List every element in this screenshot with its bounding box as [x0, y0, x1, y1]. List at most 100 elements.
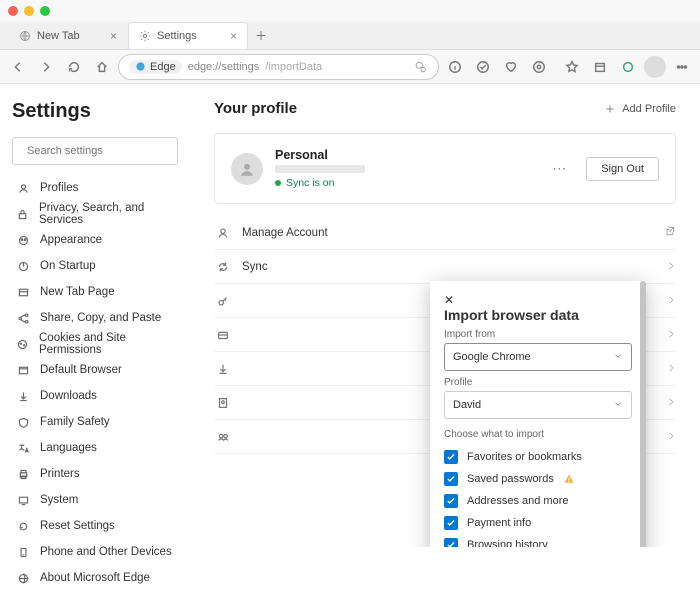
close-icon[interactable]: × — [110, 29, 117, 43]
extensions-icon[interactable] — [527, 55, 551, 79]
import-from-value: Google Chrome — [453, 351, 531, 363]
sidebar-item-phone-and-other-devices[interactable]: Phone and Other Devices — [12, 539, 178, 565]
url-sub: /importData — [265, 61, 322, 73]
edge-badge: Edge — [129, 60, 182, 74]
sidebar-item-label: Downloads — [40, 390, 97, 402]
forward-button[interactable] — [34, 55, 58, 79]
checkbox-icon[interactable] — [444, 472, 458, 486]
sidebar-item-downloads[interactable]: Downloads — [12, 383, 178, 409]
option-label: Saved passwords — [467, 473, 554, 485]
sync-circle-icon[interactable] — [616, 55, 640, 79]
import-option-browsing-history[interactable]: Browsing history — [444, 534, 632, 547]
phone-icon — [16, 545, 30, 559]
window-max-dot[interactable] — [40, 6, 50, 16]
window-close-dot[interactable] — [8, 6, 18, 16]
sidebar-item-cookies-and-site-permissions[interactable]: Cookies and Site Permissions — [12, 331, 178, 357]
collections-icon[interactable] — [588, 55, 612, 79]
setting-row-manage-account[interactable]: Manage Account — [214, 216, 676, 250]
tab-settings[interactable]: Settings × — [128, 22, 248, 49]
sidebar-item-reset-settings[interactable]: Reset Settings — [12, 513, 178, 539]
sidebar-item-label: Profiles — [40, 182, 78, 194]
sidebar-item-languages[interactable]: Languages — [12, 435, 178, 461]
favorites-icon[interactable] — [560, 55, 584, 79]
sidebar-item-label: Privacy, Search, and Services — [39, 202, 174, 226]
toolbar: Edge edge://settings/importData — [0, 50, 700, 84]
import-from-select[interactable]: Google Chrome — [444, 343, 632, 371]
profile-more-button[interactable]: ⋯ — [544, 160, 574, 177]
sidebar-item-label: Cookies and Site Permissions — [39, 332, 174, 356]
profile-email-redacted — [275, 165, 365, 173]
sidebar-item-label: Phone and Other Devices — [40, 546, 172, 558]
tab-label: Settings — [157, 30, 197, 42]
row-label: Sync — [242, 261, 268, 273]
sidebar-item-privacy-search-and-services[interactable]: Privacy, Search, and Services — [12, 201, 178, 227]
sidebar-item-family-safety[interactable]: Family Safety — [12, 409, 178, 435]
search-input[interactable] — [27, 145, 169, 157]
power-icon — [16, 259, 30, 273]
download-icon — [16, 389, 30, 403]
close-icon[interactable]: × — [230, 29, 237, 43]
system-icon — [16, 493, 30, 507]
sidebar-item-share-copy-and-paste[interactable]: Share, Copy, and Paste — [12, 305, 178, 331]
reload-button[interactable] — [62, 55, 86, 79]
import-option-favorites-or-bookmarks[interactable]: Favorites or bookmarks — [444, 446, 632, 468]
profile-name: Personal — [275, 148, 532, 162]
search-settings[interactable] — [12, 137, 178, 165]
tab-new-tab[interactable]: New Tab × — [8, 22, 128, 49]
profile-select-value: David — [453, 399, 481, 411]
checkbox-icon[interactable] — [444, 538, 458, 547]
chevron-right-icon — [666, 430, 676, 444]
import-option-payment-info[interactable]: Payment info — [444, 512, 632, 534]
sidebar-item-about-microsoft-edge[interactable]: About Microsoft Edge — [12, 565, 178, 591]
sidebar-item-system[interactable]: System — [12, 487, 178, 513]
checkbox-icon[interactable] — [444, 516, 458, 530]
tracking-icon[interactable] — [414, 60, 428, 74]
family-icon — [16, 415, 30, 429]
lock-icon — [16, 207, 29, 221]
checkbox-icon[interactable] — [444, 494, 458, 508]
wand-icon[interactable] — [471, 55, 495, 79]
sidebar-item-printers[interactable]: Printers — [12, 461, 178, 487]
sidebar-item-label: On Startup — [40, 260, 96, 272]
warning-icon — [563, 473, 575, 485]
window-min-dot[interactable] — [24, 6, 34, 16]
setting-row-sync[interactable]: Sync — [214, 250, 676, 284]
sidebar-item-label: About Microsoft Edge — [40, 572, 150, 584]
checkbox-icon[interactable] — [444, 450, 458, 464]
tab-add-button[interactable]: ＋ — [248, 22, 274, 49]
sidebar-item-label: Appearance — [40, 234, 102, 246]
import-option-addresses-and-more[interactable]: Addresses and more — [444, 490, 632, 512]
heart-icon[interactable] — [499, 55, 523, 79]
option-label: Addresses and more — [467, 495, 569, 507]
share-icon — [16, 311, 30, 325]
back-button[interactable] — [6, 55, 30, 79]
add-profile-label: Add Profile — [622, 103, 676, 115]
scroll-thumb[interactable] — [640, 281, 646, 547]
sidebar-item-appearance[interactable]: Appearance — [12, 227, 178, 253]
import-dialog: ✕ Import browser data Import from Google… — [430, 281, 646, 547]
sidebar-item-profiles[interactable]: Profiles — [12, 175, 178, 201]
import-option-saved-passwords[interactable]: Saved passwords — [444, 468, 632, 490]
reset-icon — [16, 519, 30, 533]
avatar-button[interactable] — [644, 56, 666, 78]
sync-status: Sync is on — [275, 177, 532, 189]
gear-icon — [139, 30, 151, 42]
profile-card: Personal Sync is on ⋯ Sign Out — [214, 133, 676, 204]
home-button[interactable] — [90, 55, 114, 79]
dialog-close-button[interactable]: ✕ — [444, 293, 632, 307]
address-bar[interactable]: Edge edge://settings/importData — [118, 54, 439, 80]
sync-status-text: Sync is on — [286, 177, 334, 189]
dialog-scrollbar[interactable] — [640, 281, 646, 547]
sidebar-item-default-browser[interactable]: Default Browser — [12, 357, 178, 383]
people-icon — [214, 430, 232, 444]
add-profile-button[interactable]: Add Profile — [604, 103, 676, 115]
sidebar-item-label: Family Safety — [40, 416, 110, 428]
profile-select[interactable]: David — [444, 391, 632, 419]
key-icon — [214, 294, 232, 308]
sign-out-button[interactable]: Sign Out — [586, 157, 659, 181]
sidebar-item-on-startup[interactable]: On Startup — [12, 253, 178, 279]
sidebar-item-new-tab-page[interactable]: New Tab Page — [12, 279, 178, 305]
import-from-label: Import from — [444, 329, 632, 340]
more-icon[interactable] — [670, 55, 694, 79]
info-icon[interactable] — [443, 55, 467, 79]
